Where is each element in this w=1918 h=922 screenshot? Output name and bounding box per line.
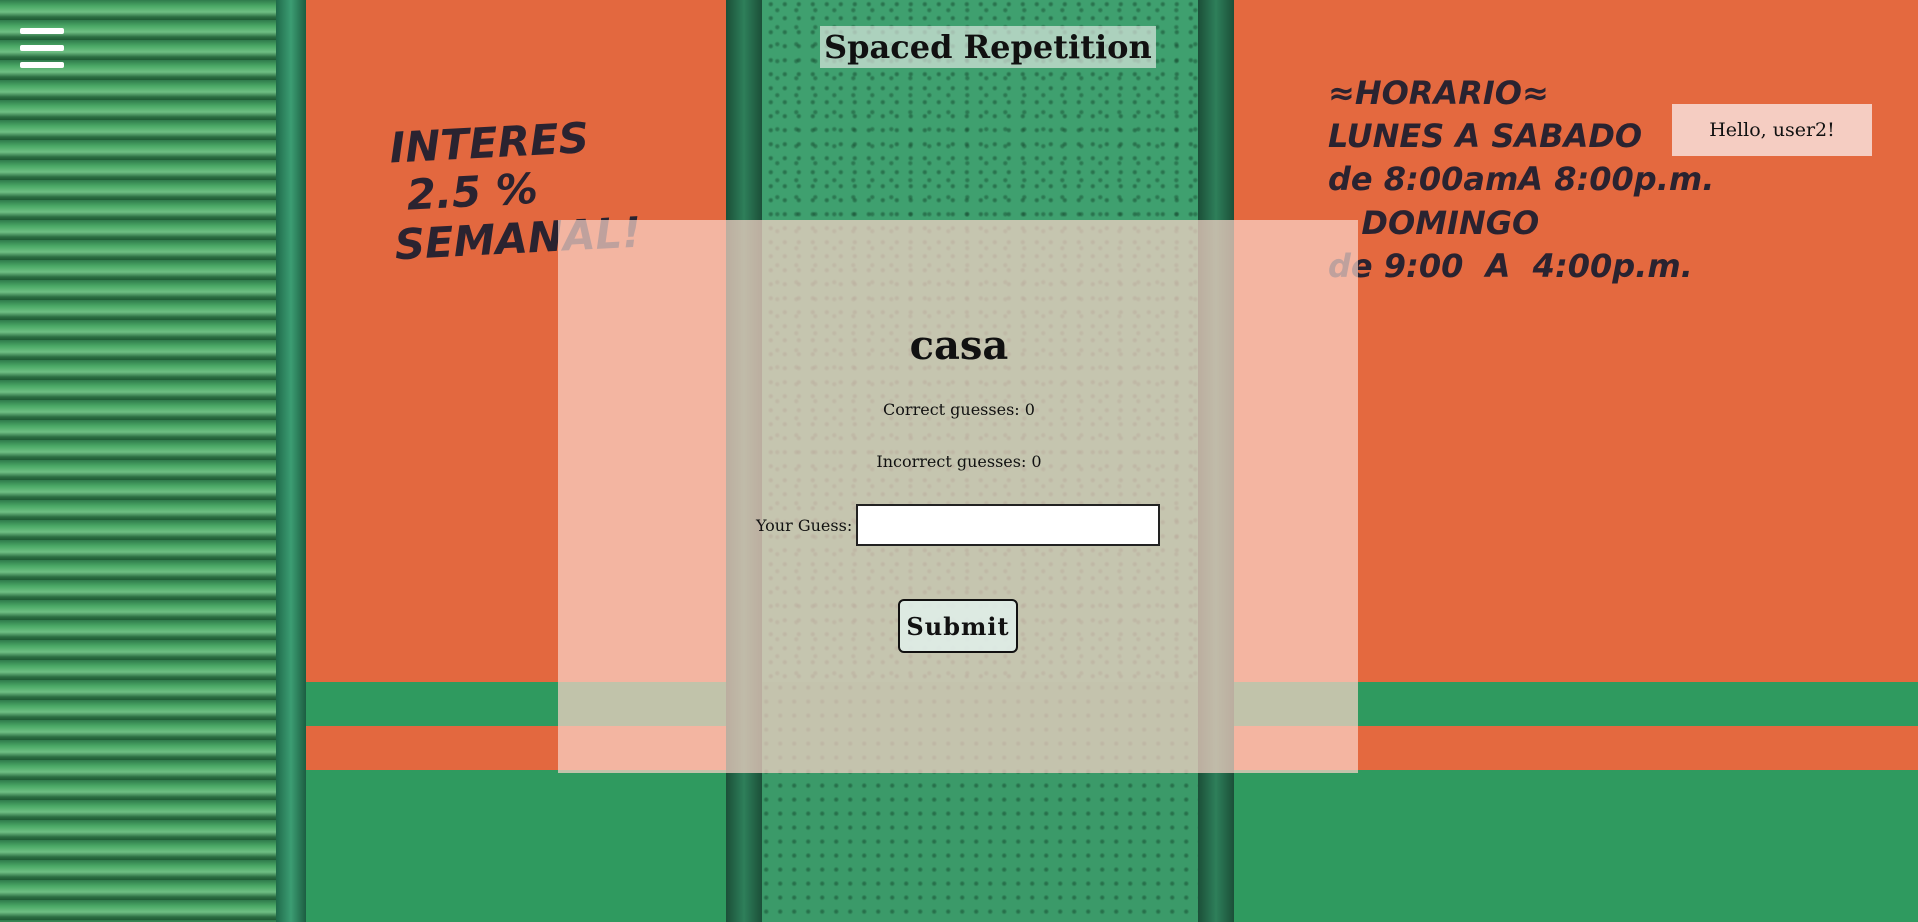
guess-label: Your Guess: [756, 515, 853, 535]
hamburger-menu-icon[interactable] [20, 28, 64, 68]
page-title: Spaced Repetition [820, 26, 1156, 68]
menu-bar [20, 28, 64, 34]
guess-form-row: Your Guess: [756, 504, 1161, 546]
menu-bar [20, 45, 64, 51]
menu-bar [20, 62, 64, 68]
correct-guesses-count: Correct guesses: 0 [883, 400, 1035, 419]
guess-input[interactable] [856, 504, 1161, 546]
user-greeting: Hello, user2! [1672, 104, 1872, 156]
background-sign-right: ≈HORARIO≈ LUNES A SABADO de 8:00amA 8:00… [1328, 74, 1715, 285]
submit-button[interactable]: Submit [898, 599, 1018, 653]
incorrect-guesses-count: Incorrect guesses: 0 [876, 452, 1042, 471]
flashcard-panel [558, 220, 1358, 773]
flashcard-word: casa [909, 322, 1009, 369]
